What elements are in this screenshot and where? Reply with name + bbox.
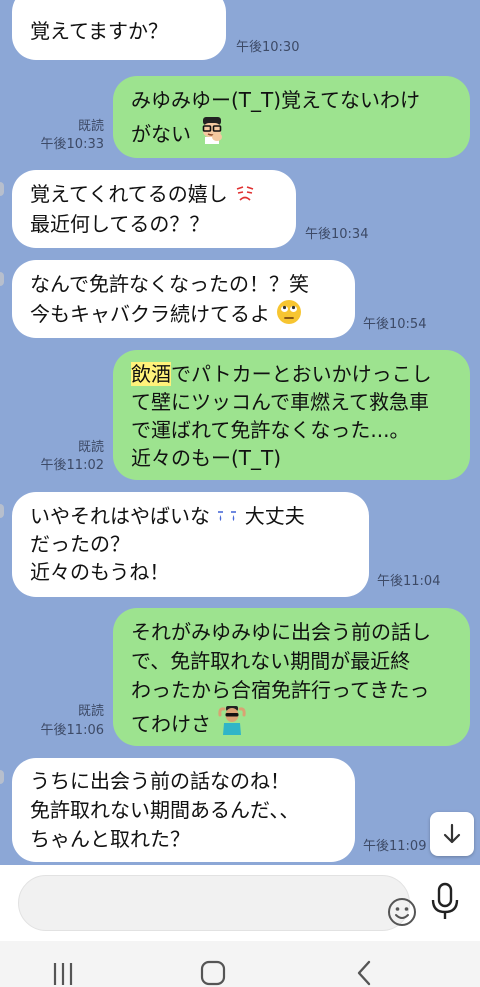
- avatar[interactable]: [0, 504, 4, 518]
- read-receipt: 既読: [77, 440, 104, 455]
- message-text: ちゃんと取れた？: [30, 827, 190, 851]
- highlighted-text: 飲酒: [131, 362, 171, 386]
- message-text: 覚えてますか？: [30, 19, 168, 43]
- microphone-icon[interactable]: [428, 882, 462, 922]
- message-text: がない: [131, 122, 191, 146]
- chat-area[interactable]: 覚えてますか？ 午後10:30 既読 午後10:33 みゆみゆー(T_T)覚えて…: [0, 0, 480, 865]
- arrow-down-icon: [443, 823, 461, 844]
- message-text: 今もキャバクラ続けてるよ: [30, 302, 270, 326]
- message-text: 近々のもうね！: [30, 560, 170, 584]
- message-time: 午後11:02: [40, 458, 104, 473]
- outgoing-message[interactable]: それがみゆみゆに出会う前の話し で、免許取れない期間が最近終 わったから合宿免許…: [113, 608, 470, 746]
- incoming-message[interactable]: 覚えてますか？: [12, 0, 226, 60]
- emoji-icon[interactable]: [386, 896, 418, 928]
- message-time: 午後10:34: [305, 227, 369, 242]
- message-text: て壁にツッコんで車燃えて救急車: [131, 390, 429, 414]
- outgoing-message[interactable]: みゆみゆー(T_T)覚えてないわけ がない: [113, 76, 470, 158]
- read-receipt: 既読: [77, 119, 104, 134]
- message-text: 覚えてくれてるの嬉し: [30, 182, 228, 206]
- eye-roll-emoji-icon: [277, 300, 302, 324]
- message-text: で、免許取れない期間が最近終: [131, 649, 411, 673]
- message-text: いやそれはやばいな: [30, 504, 210, 528]
- message-text: で運ばれて免許なくなった...。: [131, 418, 410, 442]
- message-time: 午後11:09: [363, 839, 427, 854]
- incoming-message[interactable]: いやそれはやばいな 大丈夫 だったの？ 近々のもうね！: [12, 492, 369, 597]
- sunglasses-man-icon: [218, 706, 247, 735]
- incoming-message[interactable]: なんで免許なくなったの！？笑 今もキャバクラ続けてるよ: [12, 260, 355, 338]
- outgoing-message[interactable]: 飲酒でパトカーとおいかけっこし て壁にツッコんで車燃えて救急車 で運ばれて免許な…: [113, 350, 470, 480]
- avatar[interactable]: [0, 272, 4, 286]
- message-text: 近々のもー(T_T): [131, 446, 282, 470]
- scroll-to-bottom-button[interactable]: [430, 812, 474, 856]
- message-time: 午後10:33: [40, 137, 104, 152]
- message-time: 午後10:30: [236, 40, 300, 55]
- message-time: 午後11:04: [377, 574, 441, 589]
- message-text: でパトカーとおいかけっこし: [171, 362, 432, 386]
- message-time: 午後10:54: [363, 317, 427, 332]
- message-text: わったから合宿免許行ってきたっ: [131, 678, 430, 702]
- avatar[interactable]: [0, 770, 4, 784]
- message-input-container[interactable]: [18, 875, 416, 932]
- message-text: なんで免許なくなったの！？笑: [30, 272, 309, 296]
- message-text: みゆみゆー(T_T)覚えてないわけ: [131, 88, 421, 112]
- home-icon[interactable]: [198, 959, 228, 987]
- avatar[interactable]: [0, 182, 4, 196]
- message-text: だったの？: [30, 532, 130, 556]
- back-icon[interactable]: [350, 959, 380, 987]
- message-text: 大丈夫: [244, 504, 305, 528]
- incoming-message[interactable]: 覚えてくれてるの嬉し 最近何してるの？？: [12, 170, 296, 248]
- man-with-glasses-icon: [203, 117, 223, 144]
- read-receipt: 既読: [77, 704, 104, 719]
- incoming-message[interactable]: うちに出会う前の話なのね！ 免許取れない期間あるんだ、、 ちゃんと取れた？: [12, 758, 355, 862]
- message-text: てわけさ: [131, 712, 211, 736]
- message-input-bar: [0, 865, 480, 941]
- tear-eyes-icon: [218, 511, 237, 521]
- sad-face-icon: [236, 186, 254, 201]
- message-text: 最近何してるの？？: [30, 212, 210, 236]
- system-navigation-bar: [0, 941, 480, 987]
- message-text: うちに出会う前の話なのね！: [30, 769, 290, 793]
- recent-apps-icon[interactable]: [48, 959, 78, 987]
- message-text: それがみゆみゆに出会う前の話し: [131, 620, 431, 644]
- message-input[interactable]: [35, 876, 369, 932]
- message-time: 午後11:06: [40, 723, 104, 738]
- message-text: 免許取れない期間あるんだ、、: [30, 798, 300, 822]
